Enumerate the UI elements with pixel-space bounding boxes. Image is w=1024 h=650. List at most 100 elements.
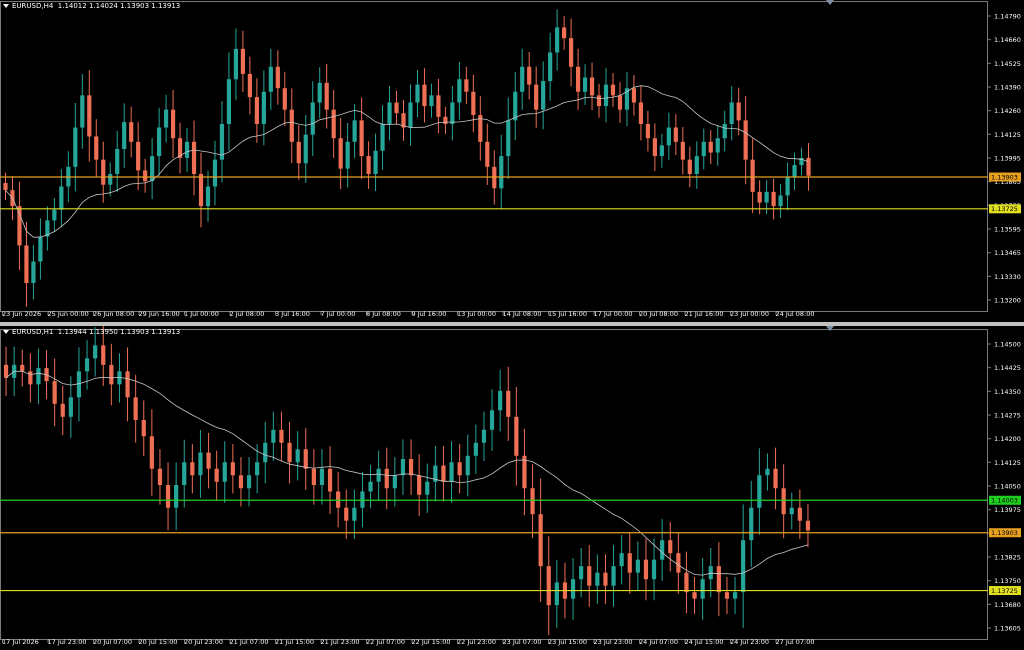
symbol-label: EURUSD,H4 <box>12 2 54 10</box>
candle-body <box>534 84 539 110</box>
candle-body <box>443 116 448 124</box>
candle-body <box>303 134 308 164</box>
candle-body <box>749 507 754 541</box>
time-tick-label: 14 Jul 08:00 <box>503 310 542 318</box>
candle-body <box>122 122 127 149</box>
candle-body <box>310 102 315 135</box>
candle-body <box>499 156 504 189</box>
candle-body <box>471 91 476 116</box>
candle-body <box>489 410 495 430</box>
price-tick-label: 1.13200 <box>994 297 1021 305</box>
candle-body <box>464 79 469 92</box>
price-tick-label: 1.14350 <box>994 388 1021 396</box>
candle-body <box>198 173 204 207</box>
candle-body <box>311 468 316 485</box>
chart-header: EURUSD,H4 1.14012 1.14024 1.13903 1.1391… <box>3 2 180 10</box>
time-tick-label: 17 Jul 00:00 <box>594 310 633 318</box>
candle-body <box>327 468 333 492</box>
candle-body <box>659 145 664 157</box>
time-tick-label: 21 Jul 15:00 <box>275 638 314 646</box>
candle-body <box>441 465 446 482</box>
time-tick-label: 21 Jul 07:00 <box>230 638 269 646</box>
candle-body <box>743 120 748 160</box>
time-tick-label: 20 Jul 23:00 <box>184 638 223 646</box>
candle-body <box>417 475 422 495</box>
candle-body <box>708 141 713 153</box>
chart-shift-marker-icon[interactable] <box>826 326 834 331</box>
candle-body <box>36 368 41 385</box>
time-tick-label: 17 Jul 2026 <box>2 638 39 646</box>
time-tick-label: 23 Jul 23:00 <box>594 638 633 646</box>
candle-body <box>394 102 399 114</box>
candle-body <box>568 38 574 67</box>
time-tick-label: 24 Jul 08:00 <box>776 310 815 318</box>
candle-body <box>473 442 478 456</box>
chart-shift-marker-icon[interactable] <box>826 0 834 5</box>
time-tick-label: 23 Jul 07:00 <box>503 638 542 646</box>
candle-body <box>263 442 268 463</box>
time-tick-label: 1 Jul 00:00 <box>184 310 219 318</box>
price-level-label: 1.13903 <box>991 173 1018 181</box>
chart-plot-area[interactable]: 1.14790 1.14660 1.14525 1.14390 1.14260 1.141… <box>0 0 1024 322</box>
candle-body <box>295 449 300 463</box>
candle-body <box>538 514 543 567</box>
candle-body <box>52 209 57 221</box>
candle-body <box>38 236 43 262</box>
chart-eurusd-h4[interactable]: 1.14790 1.14660 1.14525 1.14390 1.14260 1.141… <box>0 0 1024 322</box>
candle-body <box>212 159 218 187</box>
price-tick-label: 1.14790 <box>994 13 1021 21</box>
candle-body <box>429 95 434 107</box>
candle-body <box>570 579 576 599</box>
price-tick-label: 1.13680 <box>994 601 1021 609</box>
candle-body <box>108 173 113 185</box>
chart-plot-area[interactable]: 1.14500 1.14425 1.14350 1.14275 1.14200 1.141… <box>0 326 1024 650</box>
candle-body <box>331 109 336 139</box>
candle-body <box>3 364 9 378</box>
candle-body <box>687 159 692 174</box>
time-tick-label: 13 Jul 00:00 <box>457 310 496 318</box>
candle-body <box>254 97 259 124</box>
candle-body <box>240 48 246 74</box>
candle-body <box>271 429 276 443</box>
chart-eurusd-h1[interactable]: 1.14500 1.14425 1.14350 1.14275 1.14200 1.141… <box>0 326 1024 650</box>
candle-body <box>344 507 349 521</box>
candle-body <box>619 553 624 567</box>
candle-body <box>303 449 308 469</box>
price-tick-label: 1.13605 <box>994 625 1021 633</box>
candle-body <box>84 358 90 372</box>
dropdown-arrow-icon[interactable] <box>3 330 9 334</box>
candle-body <box>324 82 329 110</box>
candle-body <box>789 507 794 515</box>
candle-body <box>275 66 280 89</box>
candle-body <box>184 141 190 158</box>
time-tick-label: 20 Jul 15:00 <box>139 638 178 646</box>
price-tick-label: 1.14525 <box>994 60 1021 68</box>
candle-body <box>554 582 559 606</box>
candle-body <box>764 191 769 203</box>
candle-body <box>149 436 154 469</box>
candle-body <box>68 397 73 417</box>
price-tick-label: 1.14660 <box>994 36 1021 44</box>
candle-body <box>282 88 287 110</box>
time-tick-label: 23 Jul 00:00 <box>730 310 769 318</box>
candle-body <box>296 141 301 164</box>
candle-body <box>345 141 350 169</box>
price-tick-label: 1.13595 <box>994 226 1021 234</box>
dropdown-arrow-icon[interactable] <box>3 4 9 8</box>
candle-body <box>125 371 130 398</box>
candle-body <box>806 157 811 176</box>
price-level-label: 1.13725 <box>991 205 1018 213</box>
candle-body <box>781 488 786 515</box>
price-tick-label: 1.13465 <box>994 249 1021 257</box>
price-tick-label: 1.14260 <box>994 107 1021 115</box>
price-tick-label: 1.14275 <box>994 412 1021 420</box>
candle-body <box>457 79 462 103</box>
candle-body <box>741 540 746 593</box>
candle-body <box>736 102 741 121</box>
candle-body <box>692 592 697 599</box>
candle-body <box>716 566 721 593</box>
candle-body <box>582 77 588 92</box>
candle-body <box>587 566 592 586</box>
candle-body <box>268 66 273 92</box>
candle-body <box>555 27 560 53</box>
